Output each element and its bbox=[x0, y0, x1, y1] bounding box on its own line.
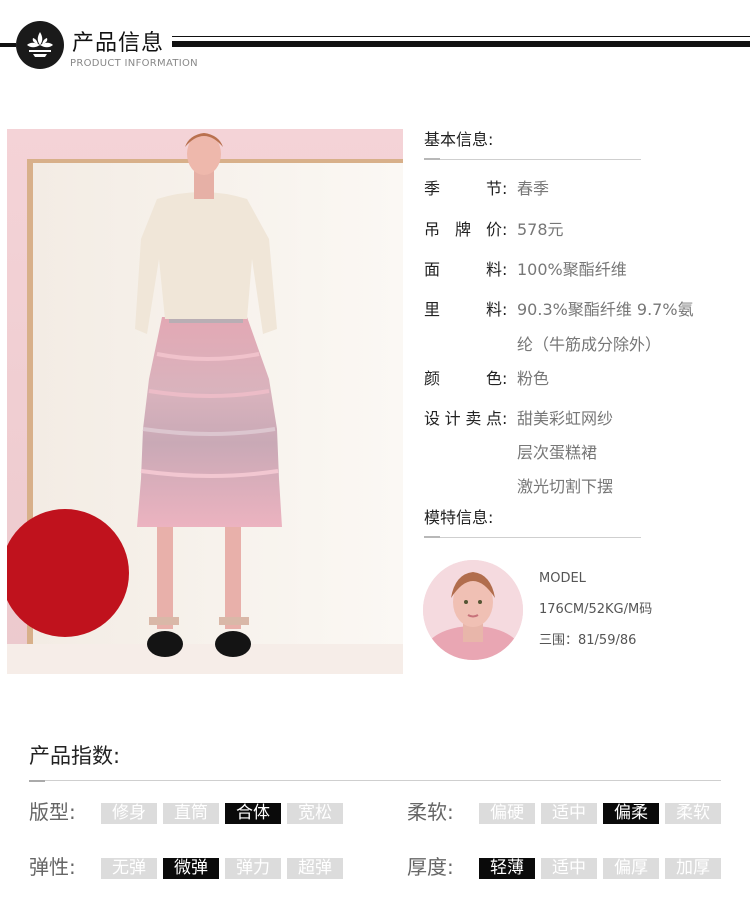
model-info-rule bbox=[424, 537, 641, 538]
fabric-value: 100%聚酯纤维 bbox=[517, 260, 627, 279]
softness-option-medium: 适中 bbox=[541, 803, 597, 824]
tag-price-label: 吊牌价: bbox=[424, 220, 508, 239]
lining-value-line2: 纶（牛筋成分除外） bbox=[517, 335, 662, 354]
header-rule-thin bbox=[172, 36, 750, 37]
fit-label: 版型: bbox=[29, 800, 76, 824]
color-label: 颜色: bbox=[424, 369, 508, 388]
product-photo bbox=[7, 129, 403, 674]
model-info-rule-accent bbox=[424, 536, 440, 538]
model-heading: MODEL bbox=[539, 571, 586, 586]
fit-option-loose: 宽松 bbox=[287, 803, 343, 824]
basic-info-title: 基本信息: bbox=[424, 130, 494, 149]
design-value-line1: 甜美彩虹网纱 bbox=[517, 409, 614, 428]
lining-value-line1: 90.3%聚酯纤维 9.7%氨 bbox=[517, 300, 694, 319]
basic-info-rule-accent bbox=[424, 158, 440, 160]
tag-price-value: 578元 bbox=[517, 220, 564, 239]
fabric-label: 面料: bbox=[424, 260, 508, 279]
softness-option-soft: 柔软 bbox=[665, 803, 721, 824]
lining-label: 里料: bbox=[424, 300, 508, 319]
header-rule-thick bbox=[172, 41, 750, 47]
elasticity-option-none: 无弹 bbox=[101, 858, 157, 879]
softness-option-stiff: 偏硬 bbox=[479, 803, 535, 824]
season-label: 季节: bbox=[424, 179, 508, 198]
thickness-label: 厚度: bbox=[407, 855, 454, 879]
color-value: 粉色 bbox=[517, 369, 550, 388]
product-index-title: 产品指数: bbox=[29, 744, 121, 768]
softness-option-soft-leaning: 偏柔 bbox=[603, 803, 659, 824]
page-subtitle: PRODUCT INFORMATION bbox=[70, 58, 198, 69]
brand-logo-icon bbox=[16, 21, 64, 69]
thickness-option-thin: 轻薄 bbox=[479, 858, 535, 879]
thickness-option-thickish: 偏厚 bbox=[603, 858, 659, 879]
fit-option-regular: 合体 bbox=[225, 803, 281, 824]
model-size: 176CM/52KG/M码 bbox=[539, 602, 653, 617]
model-info-title: 模特信息: bbox=[424, 508, 494, 527]
fit-option-slim: 修身 bbox=[101, 803, 157, 824]
elasticity-option-super: 超弹 bbox=[287, 858, 343, 879]
design-label: 设计卖点: bbox=[424, 409, 508, 428]
season-value: 春季 bbox=[517, 179, 550, 198]
softness-label: 柔软: bbox=[407, 800, 454, 824]
thickness-option-medium: 适中 bbox=[541, 858, 597, 879]
thickness-option-thick: 加厚 bbox=[665, 858, 721, 879]
design-value-line2: 层次蛋糕裙 bbox=[517, 443, 598, 462]
fit-option-straight: 直筒 bbox=[163, 803, 219, 824]
elasticity-option-slight: 微弹 bbox=[163, 858, 219, 879]
model-measurements: 三围：81/59/86 bbox=[539, 633, 637, 648]
product-index-rule bbox=[29, 780, 721, 781]
design-value-line3: 激光切割下摆 bbox=[517, 477, 614, 496]
elasticity-label: 弹性: bbox=[29, 855, 76, 879]
header-rule-left bbox=[0, 43, 16, 47]
basic-info-rule bbox=[424, 159, 641, 160]
product-index-rule-accent bbox=[29, 780, 45, 782]
model-avatar bbox=[423, 560, 523, 660]
page-title: 产品信息 bbox=[72, 31, 165, 56]
elasticity-option-stretch: 弹力 bbox=[225, 858, 281, 879]
